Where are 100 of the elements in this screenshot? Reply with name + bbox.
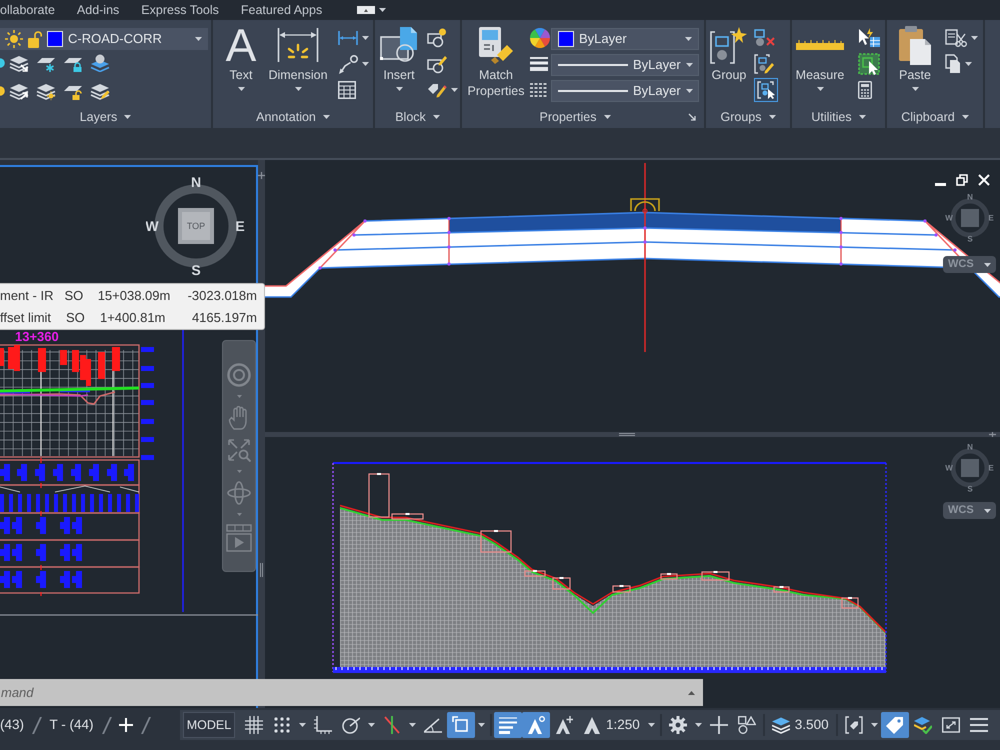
line-weights-icon[interactable] <box>530 56 548 72</box>
calculator-icon[interactable] <box>858 81 872 99</box>
splitter-handle-icon[interactable] <box>619 433 635 436</box>
layers-sun-icon[interactable] <box>36 82 56 100</box>
grid-icon <box>245 716 263 734</box>
compass-label[interactable]: S <box>967 484 973 494</box>
group-button[interactable]: Group <box>708 20 750 106</box>
panel-title[interactable]: Properties <box>540 106 610 128</box>
menu-tab[interactable]: Featured Apps <box>230 0 334 20</box>
caret-icon[interactable] <box>379 8 386 12</box>
table-icon[interactable] <box>338 81 356 99</box>
caret-icon[interactable] <box>971 36 978 40</box>
measure-button[interactable]: Measure <box>792 20 848 106</box>
color-wheel-icon[interactable] <box>530 28 550 48</box>
compass-label[interactable]: E <box>988 214 994 222</box>
plus-icon <box>710 716 728 734</box>
partial-layer-icon[interactable] <box>0 86 5 96</box>
triangle-plus-icon <box>555 716 573 734</box>
dashed-lines-icon[interactable] <box>530 82 548 98</box>
compass-label[interactable]: W <box>945 214 953 222</box>
caret-icon[interactable] <box>368 723 375 727</box>
caret-icon[interactable] <box>299 723 306 727</box>
compass-label[interactable]: N <box>967 442 973 452</box>
layers-pencil-icon[interactable] <box>90 82 110 100</box>
caret-icon[interactable] <box>409 723 416 727</box>
menu-tab[interactable]: Express Tools <box>130 0 230 20</box>
paste-button[interactable]: Paste <box>893 20 937 106</box>
layout-tab[interactable]: T - (44) <box>50 716 94 734</box>
caret-icon[interactable] <box>965 62 972 66</box>
status-toggle[interactable] <box>522 712 550 738</box>
dialog-launcher-icon[interactable] <box>688 113 696 121</box>
panel-title[interactable]: Block <box>375 106 460 128</box>
panel-title[interactable]: Annotation <box>213 106 373 128</box>
insert-button[interactable]: Insert <box>379 20 419 106</box>
caret-icon <box>768 115 776 119</box>
status-toggle[interactable]: 3.500 <box>766 712 834 738</box>
quick-select-icon[interactable] <box>858 28 880 48</box>
status-toggle[interactable] <box>494 712 522 738</box>
caret-icon <box>858 115 866 119</box>
panel-title[interactable]: Clipboard <box>887 106 983 128</box>
linear-dimension-icon[interactable] <box>338 30 358 46</box>
leader-icon[interactable] <box>338 54 358 74</box>
panel-title[interactable]: Groups <box>706 106 790 128</box>
group-selection-toggle[interactable] <box>754 78 778 102</box>
tag-pencil-icon[interactable] <box>427 81 447 99</box>
layers-arrow-icon[interactable] <box>9 82 29 100</box>
group-edit-icon[interactable] <box>754 54 774 74</box>
caret-icon[interactable] <box>694 723 702 727</box>
match-properties-button[interactable]: Match Properties <box>462 20 530 106</box>
splitter-handle-icon[interactable] <box>260 563 263 577</box>
layout-tab[interactable]: (43) <box>0 716 24 734</box>
model-button[interactable]: MODEL <box>183 712 235 738</box>
partial-layer-icon[interactable] <box>0 58 5 68</box>
dashed-select-icon[interactable] <box>858 53 880 75</box>
status-toggle[interactable]: 1:250 <box>578 712 645 738</box>
layers-ball-icon[interactable] <box>90 54 110 72</box>
color-dropdown[interactable]: ByLayer <box>551 28 699 50</box>
block-star-icon[interactable] <box>427 28 447 48</box>
caret-icon[interactable] <box>478 723 485 727</box>
history-button[interactable] <box>679 679 703 706</box>
ruler-icon <box>796 40 844 50</box>
layers-arrow-icon[interactable] <box>9 54 29 72</box>
copy-icon[interactable] <box>945 54 961 74</box>
square-snap-icon <box>452 716 470 734</box>
compass-label[interactable]: E <box>988 464 994 472</box>
caret-icon[interactable] <box>362 36 369 40</box>
compass-label[interactable]: W <box>945 464 953 472</box>
command-input[interactable]: mand <box>0 679 679 706</box>
sun-icon <box>5 30 23 48</box>
compass-label[interactable]: S <box>967 234 973 244</box>
linetype-dropdown[interactable]: ByLayer <box>551 80 699 102</box>
close-icon[interactable] <box>978 174 990 186</box>
menu-tab[interactable]: ollaborate <box>0 0 66 20</box>
layer-dropdown[interactable]: C-ROAD-CORR <box>0 28 208 50</box>
caret-icon[interactable] <box>362 62 369 66</box>
compass-label[interactable]: E <box>235 218 245 234</box>
status-toggle[interactable] <box>447 712 475 738</box>
caret-icon[interactable] <box>648 723 655 727</box>
block-pencil-icon[interactable] <box>427 54 447 74</box>
panel-title[interactable]: Utilities <box>792 106 885 128</box>
restore-icon[interactable] <box>956 174 968 186</box>
cut-icon[interactable] <box>945 29 967 47</box>
text-button[interactable]: A Text <box>220 20 262 106</box>
caret-icon[interactable] <box>870 723 878 727</box>
open-lock-icon <box>28 30 42 48</box>
compass-label[interactable]: N <box>190 176 202 190</box>
panel-title[interactable]: Layers <box>0 106 211 128</box>
ungroup-icon[interactable] <box>754 29 776 47</box>
viewcube-face[interactable]: TOP <box>178 208 214 244</box>
caret-icon <box>962 115 969 119</box>
panel-toggle-icon[interactable] <box>357 6 376 14</box>
compass-label[interactable]: N <box>967 192 973 202</box>
dimension-button[interactable]: Dimension <box>262 20 334 106</box>
menu-tab[interactable]: Add-ins <box>66 0 130 20</box>
lineweight-dropdown[interactable]: ByLayer <box>551 54 699 76</box>
caret-icon <box>816 87 824 91</box>
caret-icon[interactable] <box>451 88 458 92</box>
compass-label[interactable]: S <box>191 262 201 276</box>
menu-icon <box>970 716 988 734</box>
status-toggle[interactable] <box>880 712 909 738</box>
